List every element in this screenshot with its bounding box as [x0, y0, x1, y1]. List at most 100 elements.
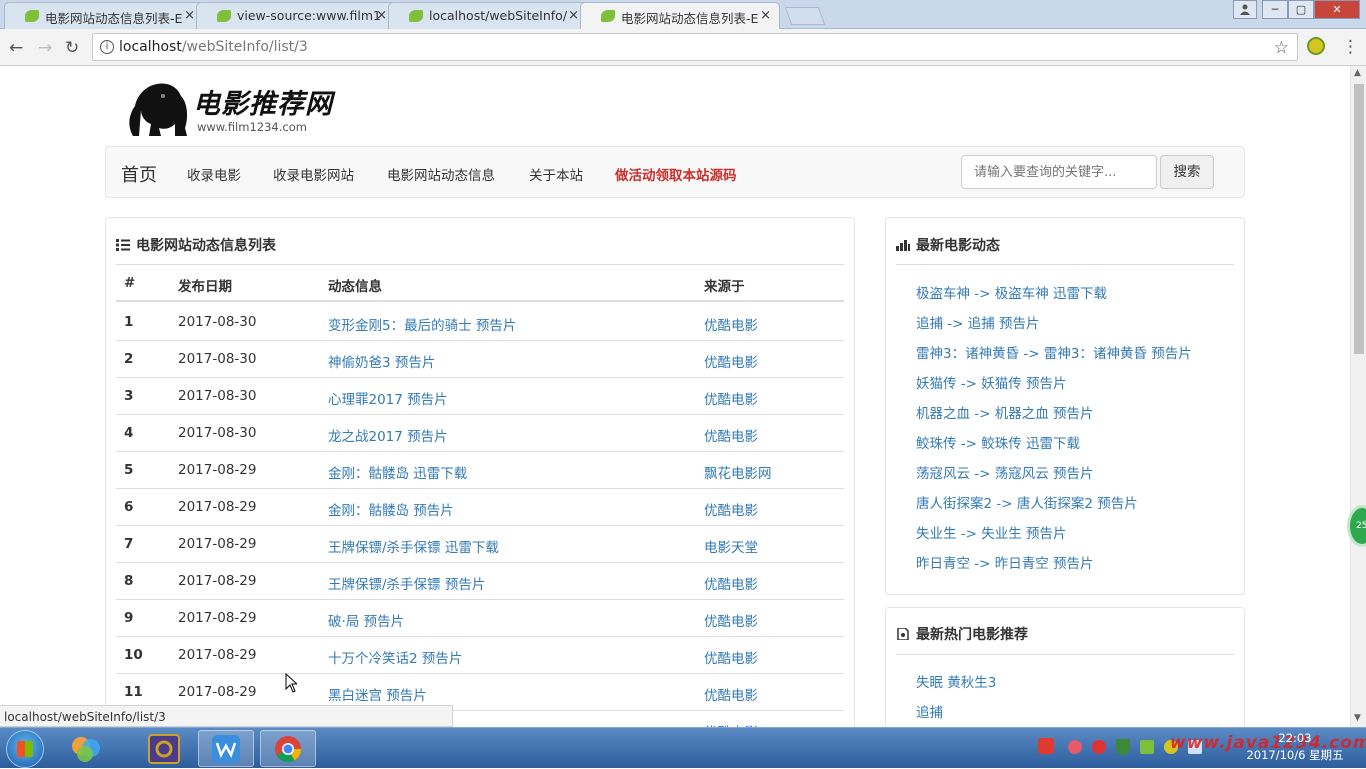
- nav-movies[interactable]: 收录电影: [187, 164, 241, 184]
- page-scrollbar[interactable]: ▲ ▼: [1350, 66, 1366, 727]
- clock-time: 22:03: [1278, 731, 1312, 745]
- table-row: 4 2017-08-30 龙之战2017 预告片 优酷电影: [116, 415, 844, 452]
- latest-update-link[interactable]: 失业生 -> 失业生 预告片: [916, 522, 1067, 542]
- site-url: www.film1234.com: [197, 120, 307, 134]
- row-date: 2017-08-30: [178, 425, 257, 441]
- tab-close-icon[interactable]: ×: [568, 8, 579, 23]
- start-button[interactable]: [6, 730, 44, 768]
- bookmark-star-icon[interactable]: ☆: [1274, 38, 1289, 58]
- row-source-link[interactable]: 优酷电影: [704, 684, 758, 704]
- info-icon[interactable]: i: [100, 40, 114, 54]
- hot-movie-link[interactable]: 失眠 黄秋生3: [916, 671, 996, 691]
- tab-title: localhost/webSiteInfo/: [429, 8, 568, 23]
- close-window-button[interactable]: ✕: [1314, 0, 1360, 19]
- taskbar-app-1[interactable]: [58, 730, 114, 767]
- network-tray-icon[interactable]: [1140, 740, 1154, 754]
- latest-update-link[interactable]: 荡寇风云 -> 荡寇风云 预告片: [916, 462, 1094, 482]
- row-source-link[interactable]: 电影天堂: [704, 536, 758, 556]
- search-input[interactable]: [961, 155, 1157, 189]
- row-info-link[interactable]: 王牌保镖/杀手保镖 迅雷下载: [328, 536, 499, 556]
- row-number: 2: [124, 351, 134, 367]
- leaf-favicon-icon: [25, 10, 39, 22]
- row-source-link[interactable]: 优酷电影: [704, 499, 758, 519]
- mouse-cursor-icon: [285, 673, 297, 693]
- s-tray-icon[interactable]: [1038, 738, 1054, 754]
- nav-home[interactable]: 首页: [121, 161, 157, 187]
- new-tab-button[interactable]: [784, 7, 826, 25]
- latest-update-link[interactable]: 鲛珠传 -> 鲛珠传 迅雷下载: [916, 432, 1080, 452]
- site-logo[interactable]: 电影推荐网 www.film1234.com: [125, 74, 335, 138]
- latest-update-link[interactable]: 唐人街探案2 -> 唐人街探案2 预告片: [916, 492, 1138, 512]
- row-source-link[interactable]: 优酷电影: [704, 351, 758, 371]
- user-icon: [1240, 4, 1250, 15]
- row-info-link[interactable]: 龙之战2017 预告片: [328, 425, 448, 445]
- hot-title-text: 最新热门电影推荐: [916, 627, 1028, 643]
- address-bar[interactable]: i localhost/webSiteInfo/list/3 ☆: [92, 33, 1298, 61]
- row-info-link[interactable]: 心理罪2017 预告片: [328, 388, 448, 408]
- shield-tray-icon[interactable]: [1116, 739, 1130, 755]
- nav-movie-sites[interactable]: 收录电影网站: [273, 164, 354, 184]
- forward-arrow-icon[interactable]: →: [38, 38, 52, 58]
- header-number: #: [124, 275, 136, 291]
- row-source-link[interactable]: 优酷电影: [704, 647, 758, 667]
- row-info-link[interactable]: 黑白迷宫 预告片: [328, 684, 427, 704]
- row-date: 2017-08-30: [178, 351, 257, 367]
- tab-close-icon[interactable]: ×: [760, 8, 771, 23]
- row-source-link[interactable]: 优酷电影: [704, 425, 758, 445]
- leaf-favicon-icon: [601, 10, 615, 22]
- latest-update-link[interactable]: 机器之血 -> 机器之血 预告片: [916, 402, 1094, 422]
- row-source-link[interactable]: 优酷电影: [704, 610, 758, 630]
- row-source-link[interactable]: 优酷电影: [704, 573, 758, 593]
- latest-update-link[interactable]: 妖猫传 -> 妖猫传 预告片: [916, 372, 1067, 392]
- hot-movie-link[interactable]: 追捕: [916, 701, 943, 721]
- search-button[interactable]: 搜索: [1160, 155, 1214, 189]
- header-info: 动态信息: [328, 279, 382, 295]
- user-profile-button[interactable]: [1233, 0, 1257, 19]
- row-source-link[interactable]: 飘花电影网: [704, 462, 772, 482]
- browser-tab-4-active[interactable]: 电影网站动态信息列表-E ×: [580, 2, 780, 30]
- nav-site-updates[interactable]: 电影网站动态信息: [387, 164, 495, 184]
- extension-icon[interactable]: [1307, 37, 1325, 55]
- flower-tray-icon[interactable]: [1068, 740, 1082, 754]
- row-info-link[interactable]: 金刚：骷髅岛 预告片: [328, 499, 454, 519]
- row-info-link[interactable]: 破·局 预告片: [328, 610, 404, 630]
- antivirus-tray-icon[interactable]: [1092, 740, 1106, 754]
- row-info-link[interactable]: 神偷奶爸3 预告片: [328, 351, 435, 371]
- latest-update-link[interactable]: 昨日青空 -> 昨日青空 预告片: [916, 552, 1094, 572]
- minimize-button[interactable]: ─: [1262, 0, 1288, 19]
- back-arrow-icon[interactable]: ←: [9, 38, 23, 58]
- latest-update-link[interactable]: 追捕 -> 追捕 预告片: [916, 312, 1040, 332]
- scroll-down-arrow-icon[interactable]: ▼: [1354, 713, 1361, 723]
- row-date: 2017-08-29: [178, 684, 257, 700]
- row-number: 5: [124, 462, 134, 478]
- row-info-link[interactable]: 王牌保镖/杀手保镖 预告片: [328, 573, 485, 593]
- row-number: 1: [124, 314, 134, 330]
- browser-menu-icon[interactable]: ⋮: [1342, 37, 1359, 57]
- table-row: 7 2017-08-29 王牌保镖/杀手保镖 迅雷下载 电影天堂: [116, 526, 844, 563]
- header-date: 发布日期: [178, 279, 232, 295]
- row-source-link[interactable]: 优酷电影: [704, 388, 758, 408]
- taskbar-app-w[interactable]: [198, 730, 254, 767]
- reload-icon[interactable]: ↻: [65, 38, 79, 58]
- tab-close-icon[interactable]: ×: [184, 8, 195, 23]
- nav-about[interactable]: 关于本站: [529, 164, 583, 184]
- maximize-button[interactable]: ▢: [1288, 0, 1314, 19]
- windows-taskbar: www.java1234.com 22:03 2017/10/6 星期五: [0, 727, 1366, 768]
- browser-tab-1[interactable]: 电影网站动态信息列表-E ×: [4, 2, 204, 29]
- row-number: 3: [124, 388, 134, 404]
- tab-close-icon[interactable]: ×: [376, 8, 387, 23]
- taskbar-clock[interactable]: 22:03 2017/10/6 星期五: [1240, 730, 1350, 764]
- latest-update-link[interactable]: 极盗车神 -> 极盗车神 迅雷下载: [916, 282, 1107, 302]
- latest-update-link[interactable]: 雷神3：诸神黄昏 -> 雷神3：诸神黄昏 预告片: [916, 342, 1192, 362]
- taskbar-java-ide[interactable]: [136, 730, 192, 767]
- row-info-link[interactable]: 变形金刚5：最后的骑士 预告片: [328, 314, 516, 334]
- row-info-link[interactable]: 十万个冷笑话2 预告片: [328, 647, 462, 667]
- scroll-up-arrow-icon[interactable]: ▲: [1354, 68, 1361, 78]
- taskbar-chrome[interactable]: [260, 730, 316, 767]
- nav-promo[interactable]: 做活动领取本站源码: [615, 164, 737, 184]
- browser-tab-3[interactable]: localhost/webSiteInfo/ ×: [388, 2, 588, 29]
- browser-tab-2[interactable]: view-source:www.film1 ×: [196, 2, 396, 29]
- scrollbar-thumb[interactable]: [1354, 84, 1364, 354]
- row-source-link[interactable]: 优酷电影: [704, 314, 758, 334]
- row-info-link[interactable]: 金刚：骷髅岛 迅雷下载: [328, 462, 467, 482]
